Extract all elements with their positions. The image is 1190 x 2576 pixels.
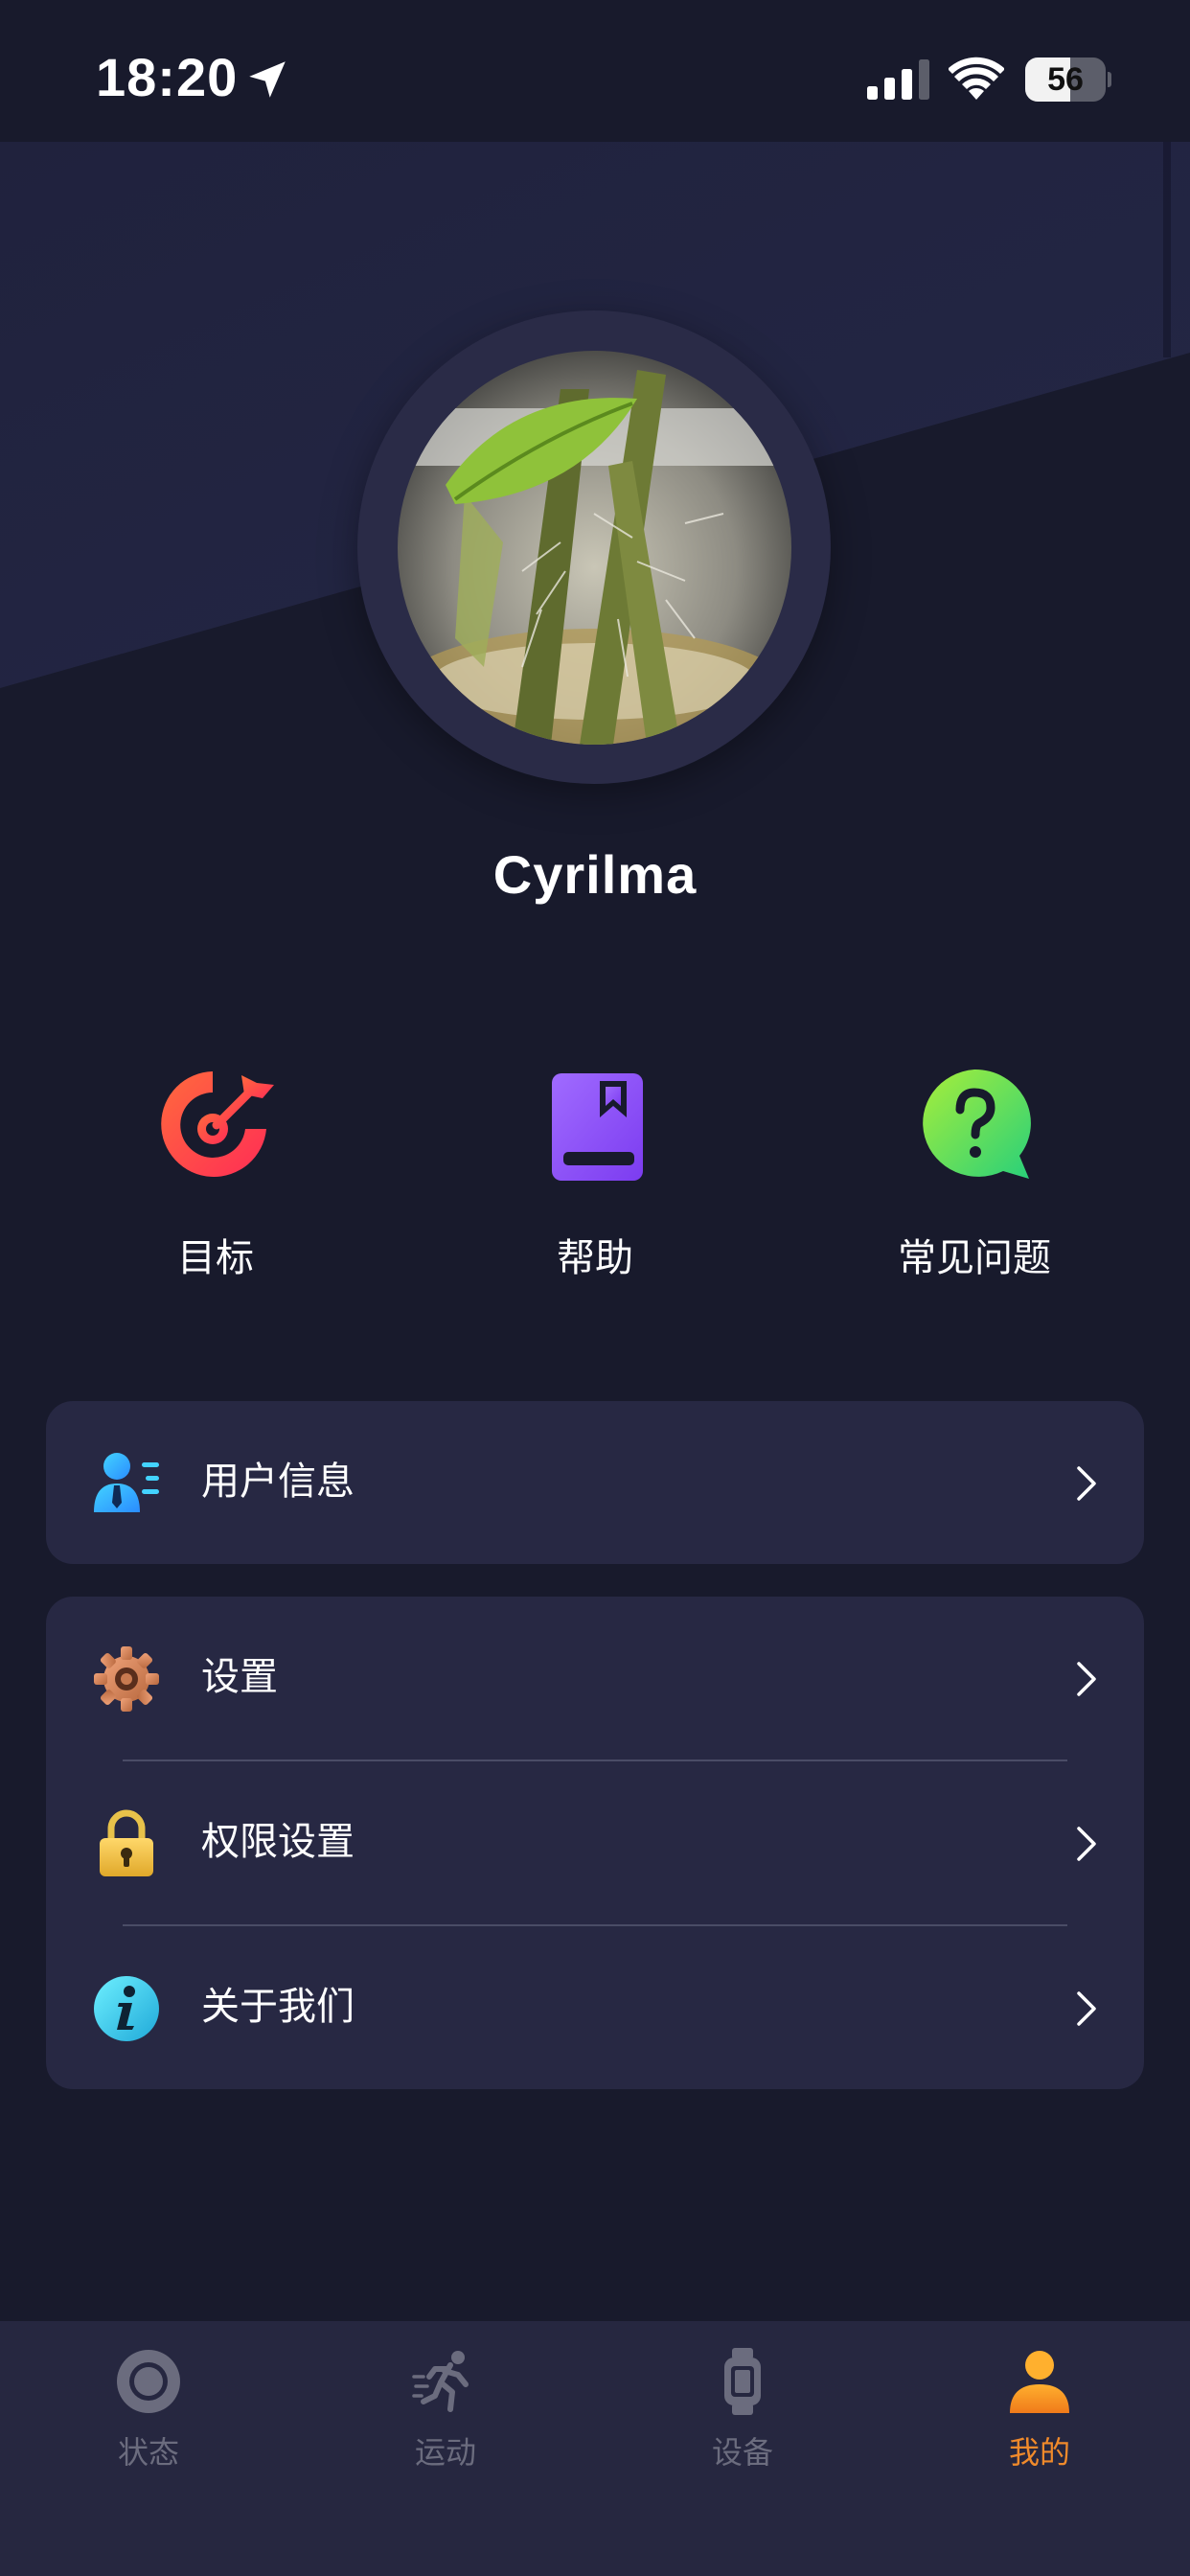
tab-device[interactable]: 设备: [594, 2321, 891, 2513]
avatar-photo: [398, 351, 791, 745]
status-ring-icon: [117, 2350, 180, 2413]
menu-item-permissions-label: 权限设置: [201, 1820, 355, 1864]
quick-action-goal-label: 目标: [177, 1236, 254, 1280]
gear-icon: [94, 1646, 159, 1712]
tab-device-label: 设备: [711, 2434, 773, 2471]
quick-action-help[interactable]: 帮助: [442, 1064, 748, 1303]
tab-bar: 状态 运动 设备 我的: [0, 2321, 1190, 2576]
quick-action-faq-label: 常见问题: [898, 1236, 1051, 1280]
menu-card-user: 用户信息: [46, 1401, 1144, 1564]
quick-action-help-label: 帮助: [557, 1236, 633, 1280]
avatar[interactable]: [398, 351, 791, 745]
menu-card-settings: 设置 权限设置 关于我们: [46, 1597, 1144, 2089]
cellular-signal-icon: [867, 59, 929, 100]
book-icon: [552, 1073, 643, 1181]
location-arrow-icon: [249, 61, 286, 98]
tab-status[interactable]: 状态: [0, 2321, 297, 2513]
tab-exercise[interactable]: 运动: [297, 2321, 594, 2513]
menu-item-user-info[interactable]: 用户信息: [46, 1401, 1144, 1564]
menu-item-settings-label: 设置: [201, 1655, 278, 1699]
chevron-right-icon: [1077, 1466, 1096, 1501]
battery-percent: 56: [1047, 61, 1084, 98]
running-icon: [412, 2351, 469, 2412]
target-icon: [161, 1071, 274, 1177]
wifi-icon: [949, 57, 1004, 100]
menu-item-settings[interactable]: 设置: [46, 1597, 1144, 1760]
person-icon: [1010, 2351, 1069, 2413]
tab-me[interactable]: 我的: [891, 2321, 1188, 2513]
chevron-right-icon: [1077, 1662, 1096, 1696]
user-info-icon: [94, 1453, 159, 1512]
chevron-right-icon: [1077, 1991, 1096, 2026]
menu-item-about-us[interactable]: 关于我们: [46, 1926, 1144, 2089]
status-bar: 18:20 56: [0, 0, 1190, 144]
battery-indicator: 56: [1025, 58, 1111, 102]
question-bubble-icon: [923, 1069, 1031, 1179]
chevron-right-icon: [1077, 1827, 1096, 1861]
username: Cyrilma: [492, 844, 698, 905]
tab-me-label: 我的: [1008, 2434, 1070, 2471]
quick-action-goal[interactable]: 目标: [62, 1064, 369, 1303]
tab-exercise-label: 运动: [414, 2434, 476, 2471]
status-time: 18:20: [96, 47, 239, 107]
menu-item-permissions[interactable]: 权限设置: [46, 1761, 1144, 1924]
info-icon: [94, 1976, 159, 2041]
tab-status-label: 状态: [117, 2434, 179, 2471]
watch-icon: [724, 2348, 761, 2415]
menu-item-user-info-label: 用户信息: [201, 1460, 355, 1504]
lock-icon: [100, 1809, 153, 1876]
menu-item-about-us-label: 关于我们: [201, 1985, 355, 2029]
quick-action-faq[interactable]: 常见问题: [821, 1064, 1128, 1303]
